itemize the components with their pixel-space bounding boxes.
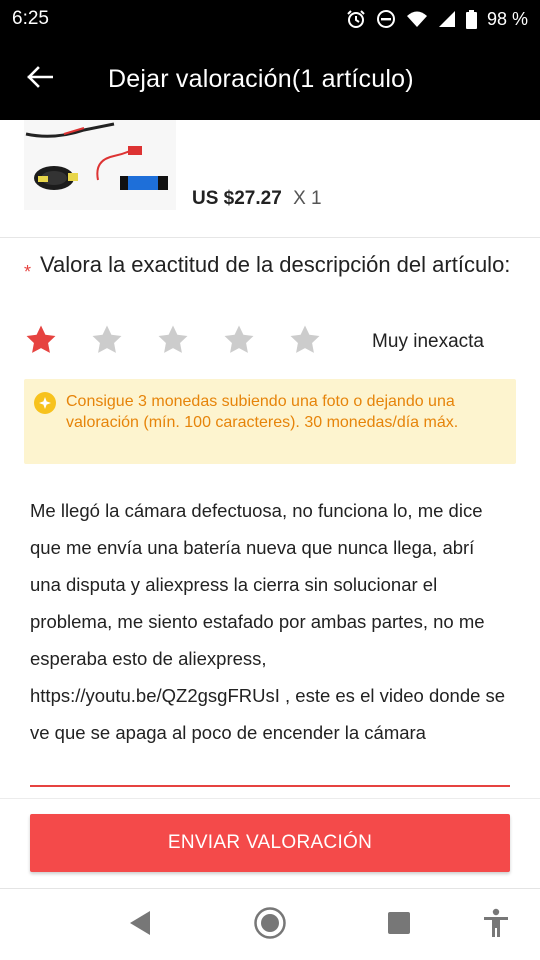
alarm-icon: [346, 9, 366, 29]
required-mark: *: [24, 262, 32, 282]
app-bar: Dejar valoración(1 artículo): [0, 38, 540, 120]
arrow-left-icon: [27, 65, 54, 93]
wifi-icon: [406, 10, 428, 28]
battery-percent: 98 %: [486, 8, 528, 29]
system-nav-bar: [0, 888, 540, 960]
status-icons: 98 %: [346, 9, 528, 30]
product-price: US $27.27: [192, 188, 282, 209]
rating-label: Muy inexacta: [372, 331, 484, 352]
triangle-back-icon: [128, 910, 152, 941]
star-1[interactable]: [22, 323, 60, 361]
notice-text: Consigue 3 monedas subiendo una foto o d…: [66, 393, 459, 431]
product-quantity: X 1: [293, 188, 322, 209]
rating-question: * Valora la exactitud de la descripción …: [24, 250, 514, 282]
star-icon: [222, 323, 256, 362]
star-3[interactable]: [154, 323, 192, 361]
square-recents-icon: [387, 911, 411, 940]
status-bar: 6:25 98 %: [0, 0, 540, 38]
star-rating: Muy inexacta: [22, 322, 522, 362]
coin-icon: [34, 392, 56, 414]
signal-icon: [438, 10, 456, 28]
star-icon: [90, 323, 124, 362]
star-5[interactable]: [286, 323, 324, 361]
accessibility-icon: [483, 908, 509, 943]
star-4[interactable]: [220, 323, 258, 361]
price-row: US $27.27 X 1: [192, 188, 322, 210]
coins-notice: Consigue 3 monedas subiendo una foto o d…: [24, 379, 516, 464]
star-icon: [288, 323, 322, 362]
star-2[interactable]: [88, 323, 126, 361]
question-text: Valora la exactitud de la descripción de…: [40, 252, 511, 277]
submit-review-button[interactable]: ENVIAR VALORACIÓN: [30, 814, 510, 872]
page-title: Dejar valoración(1 artículo): [108, 64, 414, 93]
do-not-disturb-icon: [376, 9, 396, 29]
battery-icon: [465, 9, 477, 29]
nav-recents-button[interactable]: [381, 907, 417, 943]
nav-back-button[interactable]: [122, 907, 158, 943]
star-icon: [156, 323, 190, 362]
star-icon: [24, 323, 58, 362]
nav-home-button[interactable]: [252, 906, 288, 945]
back-button[interactable]: [0, 38, 80, 120]
divider: [0, 798, 540, 799]
circle-home-icon: [253, 906, 287, 945]
review-textarea[interactable]: Me llegó la cámara defectuosa, no funcio…: [30, 492, 510, 751]
product-image: [24, 120, 176, 210]
review-underline: [30, 785, 510, 787]
status-time: 6:25: [12, 8, 49, 29]
accessibility-button[interactable]: [478, 907, 514, 943]
product-summary: US $27.27 X 1: [0, 120, 540, 238]
